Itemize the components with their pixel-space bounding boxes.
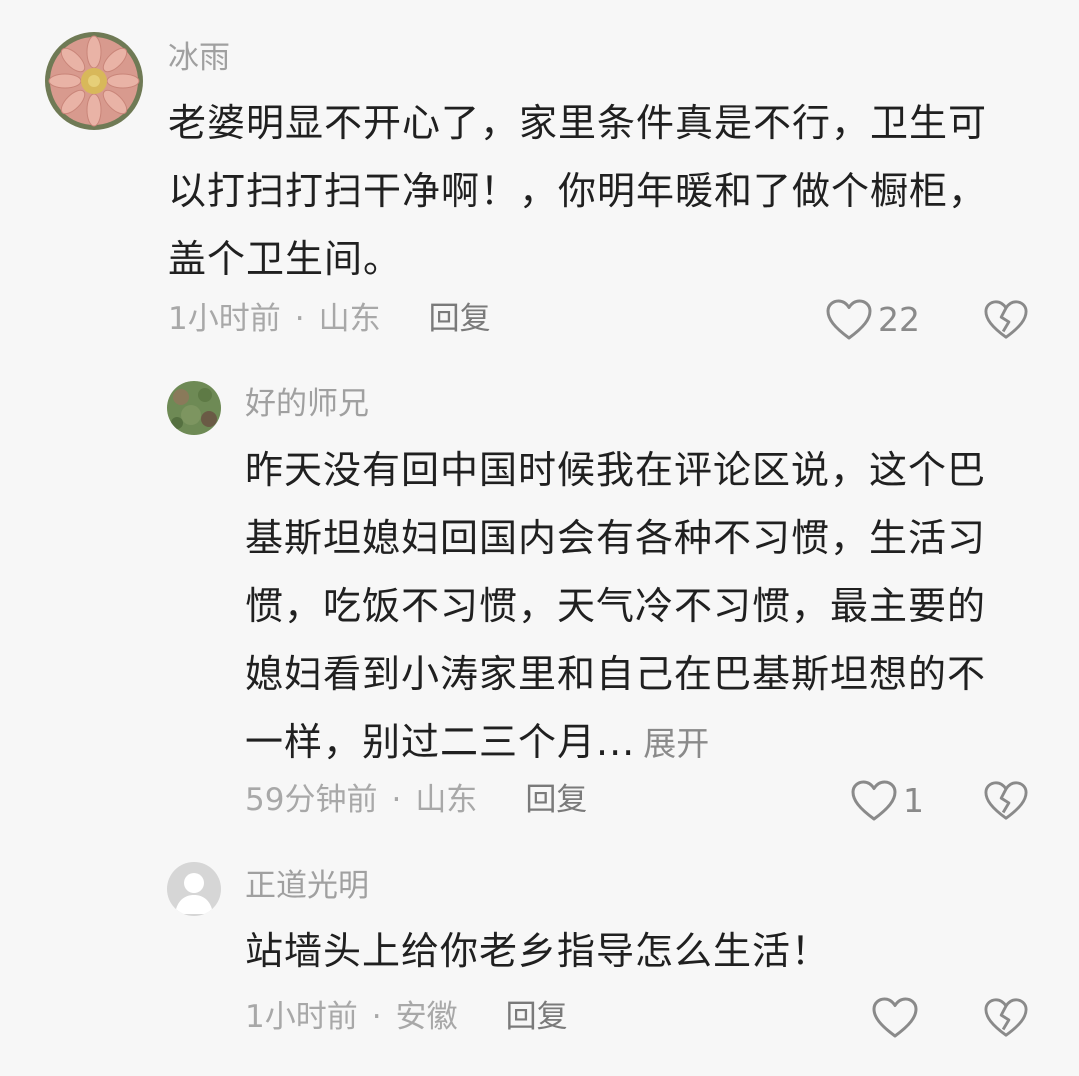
comment-line: 站墙头上给你老乡指导怎么生活！ bbox=[245, 929, 831, 973]
comment-location: 山东 bbox=[415, 782, 478, 818]
avatar[interactable] bbox=[167, 862, 221, 916]
like-count: 1 bbox=[903, 781, 924, 820]
comment-line: 媳妇看到小涛家里和自己在巴基斯坦想的不 bbox=[245, 652, 987, 696]
default-user-icon bbox=[167, 862, 221, 916]
comment-meta: 1小时前 · 安徽 回复 bbox=[245, 997, 568, 1037]
dislike-button[interactable] bbox=[984, 780, 1028, 826]
comment-line: 基斯坦媳妇回国内会有各种不习惯，生活习 bbox=[245, 516, 987, 560]
comment-time: 1小时前 bbox=[245, 999, 358, 1035]
comment-line: 惯，吃饭不习惯，天气冷不习惯，最主要的 bbox=[245, 584, 987, 628]
comment-location: 山东 bbox=[318, 301, 381, 337]
comment-line: 盖个卫生间。 bbox=[168, 237, 403, 281]
heart-outline-icon bbox=[851, 780, 897, 821]
comment-text[interactable]: 昨天没有回中国时候我在评论区说，这个巴 基斯坦媳妇回国内会有各种不习惯，生活习 … bbox=[245, 436, 986, 778]
separator: · bbox=[371, 999, 382, 1035]
reply-button[interactable]: 回复 bbox=[525, 780, 587, 820]
avatar[interactable] bbox=[45, 32, 143, 130]
flower-avatar-image bbox=[45, 32, 143, 130]
dislike-button[interactable] bbox=[984, 299, 1028, 345]
comment-line: 以打扫打扫干净啊！，你明年暖和了做个橱柜， bbox=[168, 169, 988, 213]
dislike-button[interactable] bbox=[984, 997, 1028, 1043]
like-button[interactable] bbox=[872, 997, 924, 1039]
like-button[interactable]: 1 bbox=[851, 780, 924, 822]
truncated-text: 一样，别过二三个月... bbox=[245, 720, 636, 764]
comment-author[interactable]: 好的师兄 bbox=[245, 386, 369, 422]
comment-text[interactable]: 站墙头上给你老乡指导怎么生活！ bbox=[245, 917, 830, 985]
like-button[interactable]: 22 bbox=[826, 299, 920, 341]
comment-line: 昨天没有回中国时候我在评论区说，这个巴 bbox=[245, 448, 987, 492]
comment-author[interactable]: 正道光明 bbox=[245, 868, 369, 904]
comment-meta: 1小时前 · 山东 回复 bbox=[168, 299, 491, 339]
broken-heart-icon bbox=[984, 781, 1028, 820]
separator: · bbox=[391, 782, 402, 818]
separator: · bbox=[294, 301, 305, 337]
avatar[interactable] bbox=[167, 381, 221, 435]
heart-outline-icon bbox=[872, 997, 918, 1038]
heart-outline-icon bbox=[826, 299, 872, 340]
comment-time: 1小时前 bbox=[168, 301, 281, 337]
grass-avatar-image bbox=[167, 381, 221, 435]
expand-button[interactable]: 展开 bbox=[643, 724, 709, 763]
reply-button[interactable]: 回复 bbox=[429, 299, 491, 339]
comment-location: 安徽 bbox=[395, 999, 458, 1035]
comment-time: 59分钟前 bbox=[245, 782, 378, 818]
broken-heart-icon bbox=[984, 300, 1028, 339]
like-count: 22 bbox=[878, 300, 920, 339]
comment-author[interactable]: 冰雨 bbox=[168, 40, 230, 76]
broken-heart-icon bbox=[984, 998, 1028, 1037]
comment-line: 老婆明显不开心了，家里条件真是不行，卫生可 bbox=[168, 101, 988, 145]
comment-text[interactable]: 老婆明显不开心了，家里条件真是不行，卫生可 以打扫打扫干净啊！，你明年暖和了做个… bbox=[168, 89, 987, 293]
reply-button[interactable]: 回复 bbox=[506, 997, 568, 1037]
comment-meta: 59分钟前 · 山东 回复 bbox=[245, 780, 587, 820]
comment-line: 一样，别过二三个月... 展开 bbox=[245, 708, 986, 778]
